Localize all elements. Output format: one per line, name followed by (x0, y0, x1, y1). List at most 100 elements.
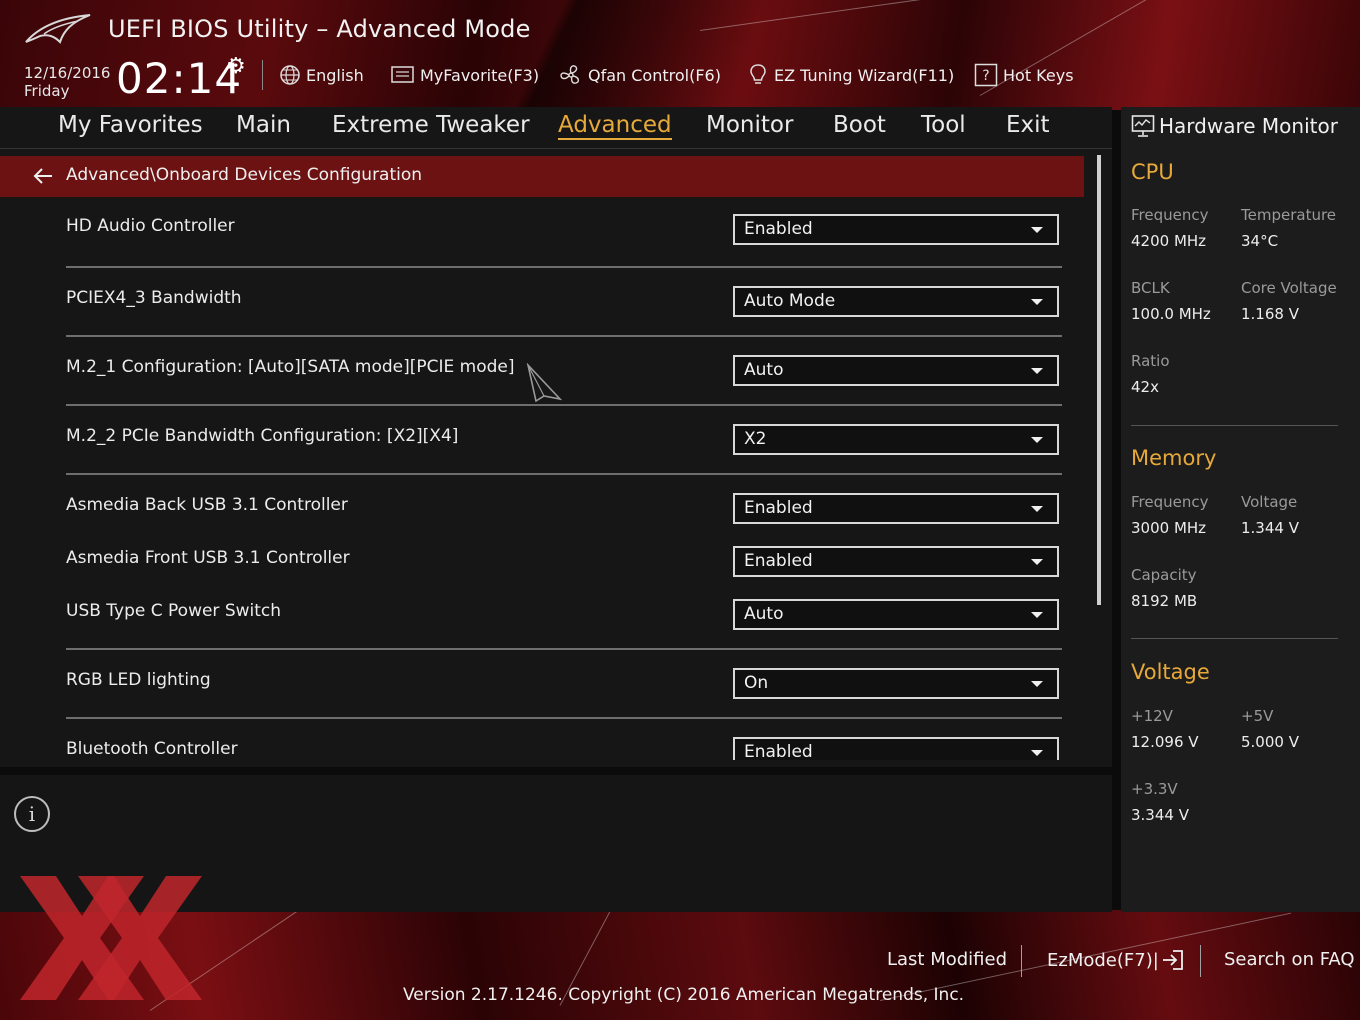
hardware-monitor-title: Hardware Monitor (1159, 114, 1338, 138)
favorite-list-icon (391, 66, 414, 83)
fan-icon (560, 65, 580, 84)
back-arrow-icon[interactable] (32, 165, 54, 187)
select-value: Enabled (744, 742, 813, 760)
select-m2-1-config[interactable]: Auto (733, 355, 1059, 386)
date-display: 12/16/2016 Friday (24, 64, 110, 100)
select-m2-2-bandwidth[interactable]: X2 (733, 424, 1059, 455)
row-divider (66, 717, 1062, 719)
tab-tool[interactable]: Tool (921, 112, 966, 138)
cpu-temperature-value: 34°C (1241, 232, 1279, 250)
divider (1200, 945, 1201, 977)
myfavorite-label: MyFavorite(F3) (420, 65, 540, 85)
chevron-down-icon (1031, 681, 1043, 687)
memory-frequency-label: Frequency (1131, 493, 1209, 511)
chevron-down-icon (1031, 559, 1043, 565)
select-value: Auto (744, 604, 784, 624)
select-value: X2 (744, 429, 767, 449)
setting-label-usb-type-c-power: USB Type C Power Switch (66, 601, 282, 621)
setting-label-asmedia-front-usb: Asmedia Front USB 3.1 Controller (66, 548, 350, 568)
hw-divider (1131, 638, 1338, 639)
setting-label-hd-audio: HD Audio Controller (66, 216, 235, 236)
voltage-heading: Voltage (1131, 660, 1210, 684)
setting-label-m2-2-bandwidth: M.2_2 PCIe Bandwidth Configuration: [X2]… (66, 426, 459, 446)
chevron-down-icon (1031, 368, 1043, 374)
setting-label-bluetooth: Bluetooth Controller (66, 739, 238, 759)
hot-keys-button[interactable]: ? Hot Keys (974, 62, 1074, 88)
qfan-button[interactable]: Qfan Control(F6) (559, 62, 721, 88)
memory-heading: Memory (1131, 446, 1217, 470)
rog-logo-icon (25, 14, 91, 44)
qfan-label: Qfan Control(F6) (588, 65, 721, 85)
svg-text:?: ? (982, 68, 989, 84)
tab-boot[interactable]: Boot (833, 112, 886, 138)
row-divider (66, 404, 1062, 406)
info-icon: i (14, 796, 50, 832)
select-hd-audio[interactable]: Enabled (733, 214, 1059, 245)
tab-my-favorites[interactable]: My Favorites (58, 112, 203, 138)
voltage-33v-label: +3.3V (1131, 780, 1178, 798)
app-title: UEFI BIOS Utility – Advanced Mode (108, 15, 531, 43)
globe-icon (280, 65, 300, 85)
cpu-bclk-value: 100.0 MHz (1131, 305, 1211, 323)
setting-label-m2-1-config: M.2_1 Configuration: [Auto][SATA mode][P… (66, 357, 515, 377)
memory-voltage-label: Voltage (1241, 493, 1298, 511)
divider (262, 60, 263, 90)
cpu-core-voltage-value: 1.168 V (1241, 305, 1299, 323)
tab-main[interactable]: Main (236, 112, 291, 138)
memory-capacity-label: Capacity (1131, 566, 1197, 584)
setting-label-pciex4-bandwidth: PCIEX4_3 Bandwidth (66, 288, 242, 308)
search-faq-label: Search on FAQ (1224, 949, 1355, 970)
cpu-heading: CPU (1131, 160, 1174, 184)
clock[interactable]: 02:14 (116, 54, 242, 103)
memory-frequency-value: 3000 MHz (1131, 519, 1207, 537)
ez-tuning-button[interactable]: EZ Tuning Wizard(F11) (747, 62, 954, 88)
select-value: Auto (744, 360, 784, 380)
select-bluetooth[interactable]: Enabled (733, 737, 1059, 760)
voltage-5v-label: +5V (1241, 707, 1274, 725)
tab-monitor[interactable]: Monitor (706, 112, 793, 138)
memory-voltage-value: 1.344 V (1241, 519, 1299, 537)
watermark-logo-icon (20, 876, 202, 1000)
date-text: 12/16/2016 (24, 64, 111, 82)
cpu-temperature-label: Temperature (1241, 206, 1337, 224)
tab-advanced[interactable]: Advanced (558, 112, 672, 140)
nav-divider (0, 148, 1112, 149)
chevron-down-icon (1031, 612, 1043, 618)
row-divider (66, 473, 1062, 475)
gear-icon[interactable]: ⚙ (226, 54, 246, 79)
chevron-down-icon (1031, 299, 1043, 305)
lightbulb-icon (750, 64, 766, 84)
select-value: Auto Mode (744, 291, 836, 311)
mouse-cursor-icon (526, 363, 562, 403)
setting-label-rgb-led: RGB LED lighting (66, 670, 211, 690)
cpu-frequency-label: Frequency (1131, 206, 1209, 224)
language-button[interactable]: English (279, 62, 364, 88)
myfavorite-button[interactable]: MyFavorite(F3) (391, 62, 539, 88)
cpu-frequency-value: 4200 MHz (1131, 232, 1207, 250)
last-modified-button[interactable]: Last Modified (887, 949, 1007, 970)
voltage-12v-label: +12V (1131, 707, 1173, 725)
tab-exit[interactable]: Exit (1006, 112, 1050, 138)
voltage-12v-value: 12.096 V (1131, 733, 1199, 751)
cpu-bclk-label: BCLK (1131, 279, 1170, 297)
language-label: English (306, 65, 364, 85)
ezmode-button[interactable]: EzMode(F7)| (1047, 949, 1185, 971)
cpu-ratio-label: Ratio (1131, 352, 1170, 370)
select-value: Enabled (744, 219, 813, 239)
row-divider (66, 335, 1062, 337)
select-pciex4-bandwidth[interactable]: Auto Mode (733, 286, 1059, 317)
breadcrumb-path: Advanced\Onboard Devices Configuration (66, 165, 423, 185)
select-value: Enabled (744, 551, 813, 571)
voltage-5v-value: 5.000 V (1241, 733, 1299, 751)
select-asmedia-front-usb[interactable]: Enabled (733, 546, 1059, 577)
search-faq-button[interactable]: Search on FAQ (1224, 949, 1355, 970)
select-asmedia-back-usb[interactable]: Enabled (733, 493, 1059, 524)
exit-arrow-icon (1162, 950, 1183, 970)
select-rgb-led[interactable]: On (733, 668, 1059, 699)
chevron-down-icon (1031, 437, 1043, 443)
select-usb-type-c-power[interactable]: Auto (733, 599, 1059, 630)
ez-tuning-label: EZ Tuning Wizard(F11) (774, 65, 955, 85)
tab-extreme-tweaker[interactable]: Extreme Tweaker (332, 112, 530, 138)
select-value: On (744, 673, 769, 693)
row-divider (66, 266, 1062, 268)
